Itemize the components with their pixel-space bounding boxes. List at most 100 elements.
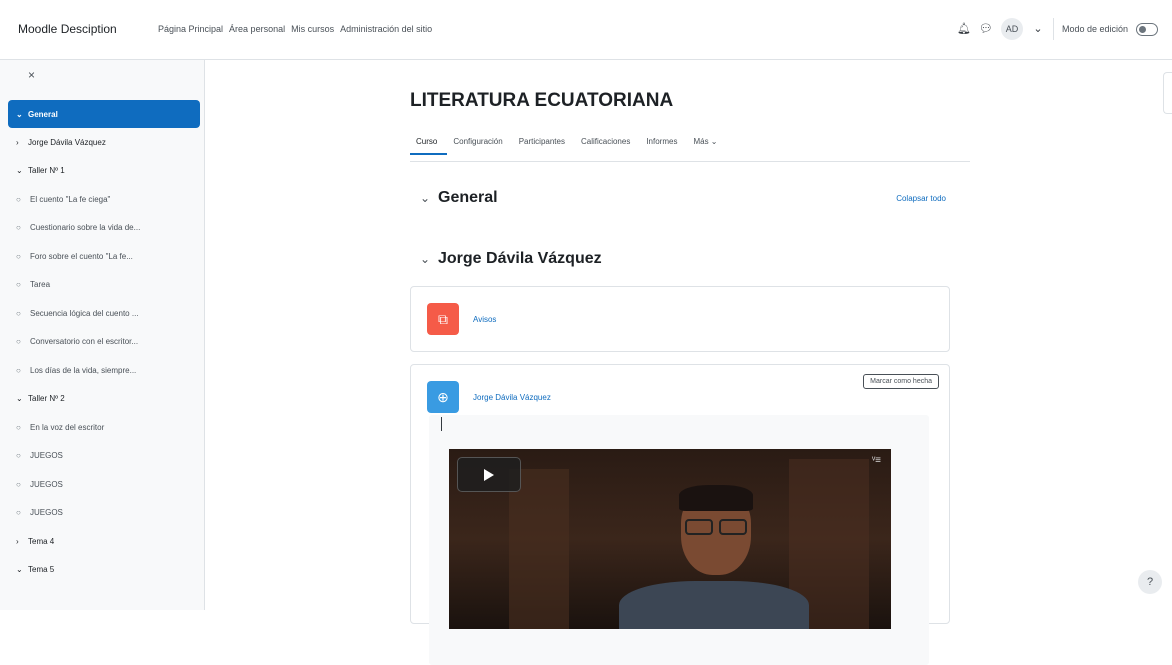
edit-mode-label: Modo de edición xyxy=(1061,24,1128,34)
completion-icon: ○ xyxy=(16,280,21,290)
course-index-label: Jorge Dávila Vázquez xyxy=(28,137,106,147)
tab-grades[interactable]: Calificaciones xyxy=(575,133,640,161)
tab-participants[interactable]: Participantes xyxy=(513,133,575,161)
tab-reports[interactable]: Informes xyxy=(640,133,687,161)
play-button[interactable] xyxy=(457,457,521,492)
course-index-label: JUEGOS xyxy=(30,479,63,489)
section-header-general: ⌄ General Colapsar todo xyxy=(410,175,950,221)
course-index-activity[interactable]: ○ Secuencia lógica del cuento ... xyxy=(8,299,200,328)
course-index-drawer: × ⌄ General › Jorge Dávila Vázquez ⌄ Taller N… xyxy=(0,60,205,610)
section-title[interactable]: Jorge Dávila Vázquez xyxy=(438,250,602,268)
course-index: ⌄ General › Jorge Dávila Vázquez ⌄ Taller Nº … xyxy=(8,100,200,584)
right-drawer-toggle[interactable] xyxy=(1163,72,1172,114)
course-index-section[interactable]: ⌄ Tema 5 xyxy=(8,556,200,585)
completion-icon: ○ xyxy=(16,451,21,461)
activity-card-page: ⊕ Jorge Dávila Vázquez Marcar como hecha… xyxy=(410,364,950,665)
course-index-activity[interactable]: ○ Foro sobre el cuento "La fe... xyxy=(8,242,200,271)
course-index-activity[interactable]: ○ Conversatorio con el escritor... xyxy=(8,328,200,357)
text-cursor xyxy=(441,417,442,431)
video-background-panel xyxy=(509,469,569,629)
course-index-label: Taller Nº 1 xyxy=(28,166,65,176)
section-header-jorge: ⌄ Jorge Dávila Vázquez xyxy=(410,236,950,282)
course-index-label: Taller Nº 2 xyxy=(28,394,65,404)
course-index-activity[interactable]: ○ En la voz del escritor xyxy=(8,413,200,442)
top-navbar: Moodle Desciption Página Principal Área … xyxy=(0,0,1172,60)
course-index-activity[interactable]: ○ JUEGOS xyxy=(8,499,200,528)
course-index-label: Secuencia lógica del cuento ... xyxy=(30,308,139,318)
nav-link-dashboard[interactable]: Área personal xyxy=(229,24,285,34)
completion-icon: ○ xyxy=(16,422,21,432)
edit-mode-toggle[interactable] xyxy=(1136,22,1158,36)
course-index-section[interactable]: ⌄ Taller Nº 2 xyxy=(8,385,200,414)
navbar-divider xyxy=(1052,18,1054,40)
nav-link-site-admin[interactable]: Administración del sitio xyxy=(340,24,432,34)
course-index-activity[interactable]: ○ Los días de la vida, siempre... xyxy=(8,356,200,385)
tab-more[interactable]: Más ⌄ xyxy=(687,133,727,161)
page-title: LITERATURA ECUATORIANA xyxy=(410,90,674,111)
nav-link-home[interactable]: Página Principal xyxy=(158,24,223,34)
course-index-label: Cuestionario sobre la vida de... xyxy=(30,223,141,233)
chat-icon[interactable]: 💬︎ xyxy=(979,22,993,36)
course-index-activity[interactable]: ○ Cuestionario sobre la vida de... xyxy=(8,214,200,243)
course-index-label: En la voz del escritor xyxy=(30,422,105,432)
chevron-down-icon[interactable]: ⌄ xyxy=(420,191,438,205)
course-index-label: JUEGOS xyxy=(30,451,63,461)
course-index-section[interactable]: ⌄ General xyxy=(8,100,200,128)
completion-icon: ○ xyxy=(16,194,21,204)
completion-icon: ○ xyxy=(16,508,21,518)
activity-card-forum: ⧉ Avisos xyxy=(410,286,950,352)
activity-link[interactable]: Avisos xyxy=(473,315,496,324)
video-provider-icon[interactable]: ᵛ≡ xyxy=(872,455,881,466)
chevron-down-icon[interactable]: ⌄ xyxy=(1031,22,1045,36)
course-index-label: Los días de la vida, siempre... xyxy=(30,365,137,375)
course-index-label: Conversatorio con el escritor... xyxy=(30,337,139,347)
tab-settings[interactable]: Configuración xyxy=(447,133,512,161)
completion-icon: ○ xyxy=(16,479,21,489)
course-index-activity[interactable]: ○ Tarea xyxy=(8,271,200,300)
chevron-down-icon[interactable]: ⌄ xyxy=(420,252,438,266)
help-button[interactable]: ? xyxy=(1138,570,1162,594)
chevron-down-icon[interactable]: ⌄ xyxy=(16,166,28,175)
completion-icon: ○ xyxy=(16,251,21,261)
nav-link-my-courses[interactable]: Mis cursos xyxy=(291,24,334,34)
mark-as-done-button[interactable]: Marcar como hecha xyxy=(863,374,939,389)
page-icon: ⊕ xyxy=(427,381,459,413)
course-index-activity[interactable]: ○ El cuento "La fe ciega" xyxy=(8,185,200,214)
embedded-video[interactable]: ᵛ≡ xyxy=(449,449,891,629)
section-title[interactable]: General xyxy=(438,189,498,207)
video-person-glasses xyxy=(685,519,747,535)
chevron-down-icon[interactable]: ⌄ xyxy=(16,565,28,574)
site-brand[interactable]: Moodle Desciption xyxy=(18,22,117,36)
secondary-navigation: Curso Configuración Participantes Califi… xyxy=(410,133,970,162)
course-index-label: Tarea xyxy=(30,280,51,290)
completion-icon: ○ xyxy=(16,365,21,375)
course-index-label: Tema 4 xyxy=(28,536,55,546)
video-person-body xyxy=(619,581,809,629)
chevron-down-icon[interactable]: ⌄ xyxy=(16,110,28,119)
avatar[interactable]: AD xyxy=(1000,18,1023,40)
close-drawer-icon[interactable]: × xyxy=(28,68,35,82)
course-index-section[interactable]: › Jorge Dávila Vázquez xyxy=(8,128,200,157)
chevron-down-icon[interactable]: ⌄ xyxy=(16,394,28,403)
course-index-section[interactable]: ⌄ Taller Nº 1 xyxy=(8,157,200,186)
course-index-section[interactable]: › Tema 4 xyxy=(8,527,200,556)
course-index-activity[interactable]: ○ JUEGOS xyxy=(8,470,200,499)
completion-icon: ○ xyxy=(16,308,21,318)
course-index-label: JUEGOS xyxy=(30,508,63,518)
bell-icon[interactable]: 🔔︎ xyxy=(957,22,971,36)
course-index-label: Foro sobre el cuento "La fe... xyxy=(30,251,133,261)
chevron-right-icon[interactable]: › xyxy=(16,537,28,546)
course-index-label: General xyxy=(28,109,58,119)
primary-navigation: Página Principal Área personal Mis curso… xyxy=(158,24,432,34)
chevron-right-icon[interactable]: › xyxy=(16,138,28,147)
completion-icon: ○ xyxy=(16,223,21,233)
forum-icon: ⧉ xyxy=(427,303,459,335)
course-index-activity[interactable]: ○ JUEGOS xyxy=(8,442,200,471)
video-person-hair xyxy=(679,485,753,511)
tab-course[interactable]: Curso xyxy=(410,133,448,155)
course-index-label: Tema 5 xyxy=(28,565,55,575)
activity-link[interactable]: Jorge Dávila Vázquez xyxy=(473,393,551,402)
main-region: LITERATURA ECUATORIANA Curso Configuraci… xyxy=(205,60,1172,665)
completion-icon: ○ xyxy=(16,337,21,347)
collapse-all-link[interactable]: Colapsar todo xyxy=(896,194,946,203)
